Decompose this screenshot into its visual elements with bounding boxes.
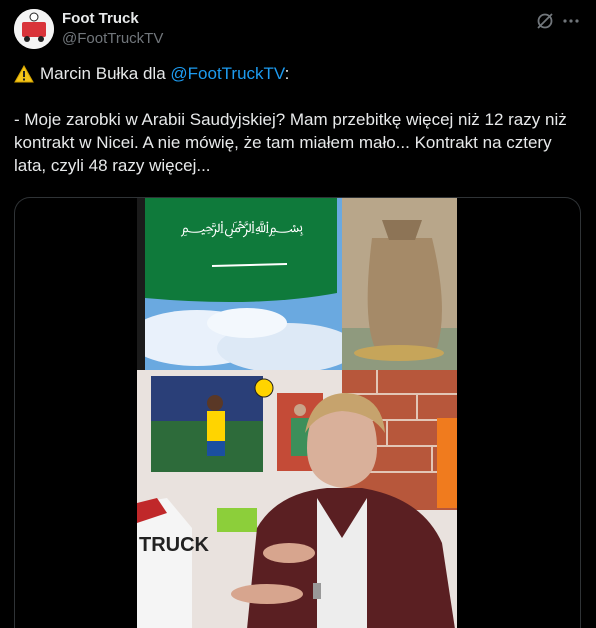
video-thumbnail[interactable]: ﷽ TRUCK (137, 198, 457, 628)
mention-link[interactable]: @FootTruckTV (170, 64, 284, 83)
tweet-intro: Marcin Bułka dla @FootTruckTV: (14, 62, 584, 85)
author-handle[interactable]: @FootTruckTV (62, 30, 163, 47)
grok-icon[interactable] (535, 11, 555, 31)
tweet-header: Foot Truck @FootTruckTV (14, 8, 582, 52)
avatar[interactable] (14, 9, 54, 49)
tweet-body: - Moje zarobki w Arabii Saudyjskiej? Mam… (14, 110, 567, 175)
more-icon[interactable] (560, 11, 582, 31)
author-display-name[interactable]: Foot Truck (62, 10, 139, 27)
tweet-text: Marcin Bułka dla @FootTruckTV: - Moje za… (14, 62, 584, 177)
warning-icon (14, 64, 34, 83)
video-player[interactable]: ﷽ TRUCK (14, 197, 581, 628)
svg-text:﷽: ﷽ (181, 217, 304, 239)
shirt-text: TRUCK (139, 534, 210, 556)
intro-prefix: Marcin Bułka dla (40, 64, 171, 83)
intro-suffix: : (284, 64, 290, 83)
